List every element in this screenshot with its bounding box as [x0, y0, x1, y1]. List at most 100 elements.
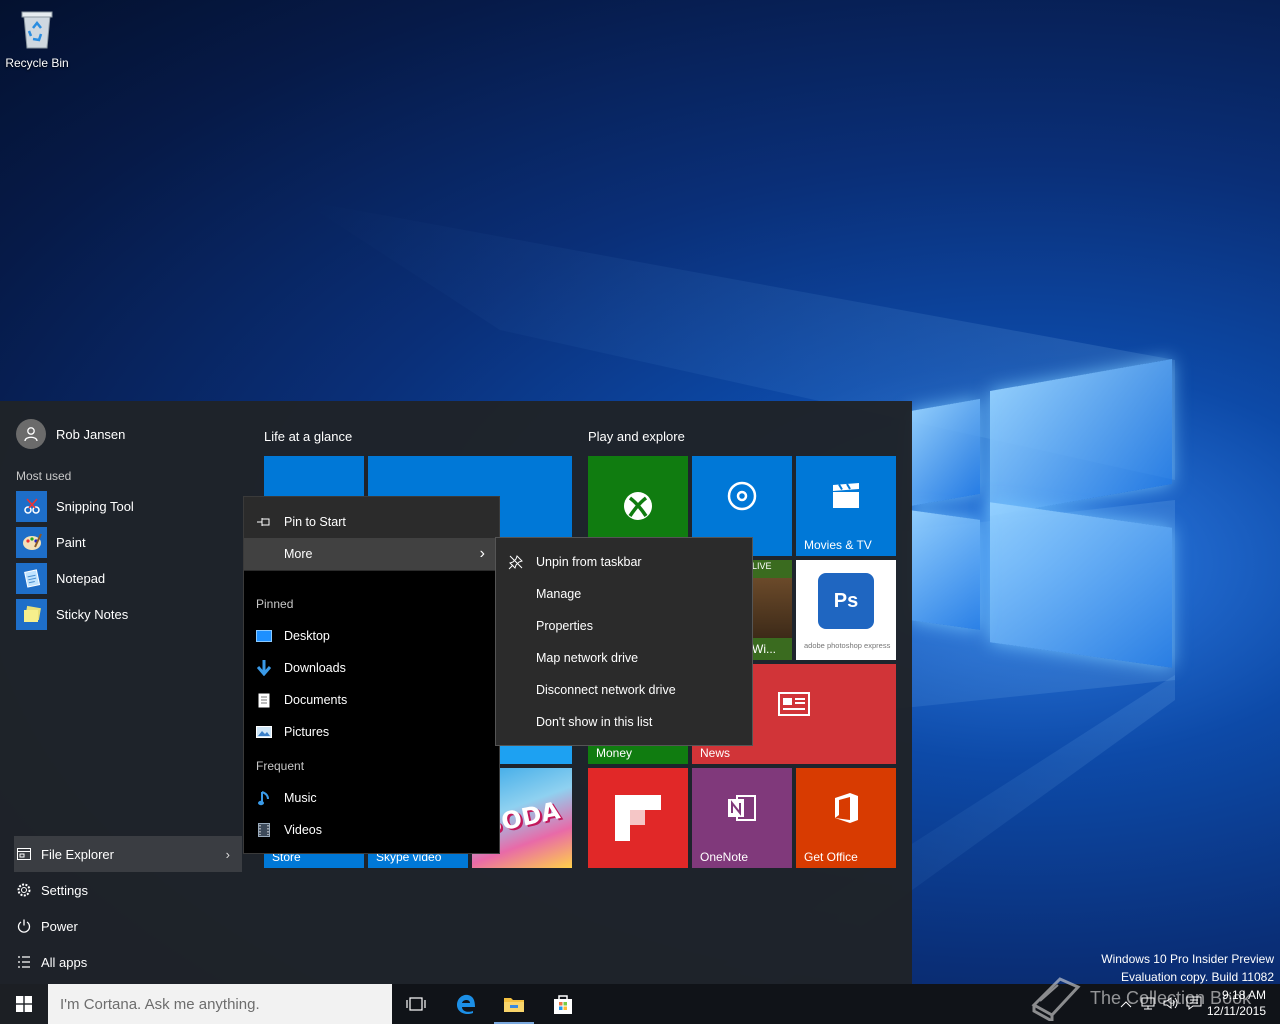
more-label: More [284, 547, 313, 561]
book-icon [1031, 977, 1081, 1021]
tile-photoshop-express[interactable]: Ps adobe photoshop express [796, 560, 896, 660]
unpin-from-taskbar-item[interactable]: Unpin from taskbar [496, 546, 752, 578]
file-explorer-taskbar-button[interactable] [490, 984, 538, 1024]
app-sticky-notes[interactable]: Sticky Notes [16, 598, 128, 630]
document-icon [244, 693, 284, 708]
frequent-item-music[interactable]: Music [244, 782, 499, 814]
music-disc-icon [692, 456, 792, 536]
pin-icon [244, 516, 284, 528]
pinned-label-text: Desktop [284, 629, 330, 643]
submenu-label: Unpin from taskbar [536, 555, 642, 569]
settings-button[interactable]: Settings [14, 872, 242, 908]
search-placeholder: I'm Cortana. Ask me anything. [60, 995, 260, 1013]
edge-taskbar-button[interactable] [442, 984, 490, 1024]
recycle-bin-desktop-icon[interactable]: Recycle Bin [4, 8, 70, 70]
app-snipping-tool[interactable]: Snipping Tool [16, 490, 134, 522]
submenu-label: Map network drive [536, 651, 639, 665]
file-explorer-label: File Explorer [41, 846, 114, 862]
pinned-label: Pinned [256, 597, 294, 611]
submenu-label: Disconnect network drive [536, 683, 676, 697]
film-clapper-icon [796, 456, 896, 536]
chevron-right-icon[interactable]: › [226, 847, 230, 862]
gear-icon [16, 882, 32, 898]
cortana-search-box[interactable]: I'm Cortana. Ask me anything. [48, 984, 392, 1024]
submenu-label: Manage [536, 587, 582, 601]
xbox-live-badge: LIVE [752, 561, 772, 571]
tile-label: Movies & TV [804, 538, 872, 552]
pinned-item-downloads[interactable]: Downloads [244, 652, 499, 684]
music-note-icon [244, 790, 284, 806]
recycle-bin-label: Recycle Bin [5, 56, 69, 70]
manage-item[interactable]: Manage [496, 578, 752, 610]
app-label: Snipping Tool [56, 498, 134, 514]
app-paint[interactable]: Paint [16, 526, 86, 558]
disconnect-network-drive-item[interactable]: Disconnect network drive [496, 674, 752, 706]
file-explorer-button[interactable]: File Explorer › [14, 836, 242, 872]
sticky-note-icon [16, 598, 47, 630]
pinned-item-pictures[interactable]: Pictures [244, 716, 499, 748]
frequent-item-videos[interactable]: Videos [244, 814, 499, 846]
office-icon [796, 768, 896, 848]
brand-text: The Collection Book [1090, 987, 1252, 1008]
pinned-label-text: Downloads [284, 661, 346, 675]
submenu-label: Properties [536, 619, 593, 633]
most-used-label: Most used [16, 469, 72, 483]
notepad-icon [16, 562, 47, 594]
power-button[interactable]: Power [14, 908, 242, 944]
group-label-play: Play and explore [588, 429, 685, 444]
app-label: Paint [56, 534, 86, 550]
dont-show-in-list-item[interactable]: Don't show in this list [496, 706, 752, 738]
start-left-column: Rob Jansen Most used Snipping Tool Paint… [0, 401, 242, 984]
pinned-label-text: Pictures [284, 725, 330, 739]
all-apps-button[interactable]: All apps [14, 944, 242, 980]
pinned-label-text: Documents [284, 693, 348, 707]
windows-logo-icon [16, 996, 32, 1012]
list-icon [16, 954, 32, 970]
file-explorer-jump-list: Pin to Start More › Pinned Desktop Downl… [243, 496, 500, 854]
task-view-icon [406, 997, 426, 1011]
user-avatar-icon [16, 419, 46, 449]
pin-to-start-label: Pin to Start [284, 515, 346, 529]
pinned-item-desktop[interactable]: Desktop [244, 620, 499, 652]
photoshop-icon: Ps [818, 573, 874, 629]
group-label-life: Life at a glance [264, 429, 353, 444]
flipboard-icon [588, 768, 688, 868]
app-label: Sticky Notes [56, 606, 129, 622]
tile-get-office[interactable]: Get Office [796, 768, 896, 868]
app-notepad[interactable]: Notepad [16, 562, 105, 594]
submenu-label: Don't show in this list [536, 715, 653, 729]
task-view-button[interactable] [392, 984, 440, 1024]
paint-palette-icon [16, 526, 47, 558]
watermark-line-1: Windows 10 Pro Insider Preview [1101, 952, 1274, 966]
tile-label: OneNote [700, 850, 749, 864]
user-name: Rob Jansen [56, 426, 126, 442]
tile-label: Money [596, 746, 633, 760]
pin-to-start-item[interactable]: Pin to Start [244, 506, 499, 538]
store-taskbar-button[interactable] [539, 984, 587, 1024]
tile-movies-tv[interactable]: Movies & TV [796, 456, 896, 556]
more-item[interactable]: More › [244, 538, 499, 570]
scissors-icon [16, 490, 47, 522]
edge-icon [457, 994, 475, 1015]
properties-item[interactable]: Properties [496, 610, 752, 642]
download-arrow-icon [244, 660, 284, 676]
tile-flipboard[interactable] [588, 768, 688, 868]
frequent-label: Frequent [256, 759, 305, 773]
chevron-right-icon: › [479, 545, 485, 562]
film-icon [244, 823, 284, 837]
more-submenu: Unpin from taskbar Manage Properties Map… [495, 537, 753, 746]
folder-icon [504, 998, 524, 1012]
power-icon [16, 918, 32, 934]
onenote-icon [692, 768, 792, 848]
map-network-drive-item[interactable]: Map network drive [496, 642, 752, 674]
app-label: Notepad [56, 570, 106, 586]
file-explorer-icon [16, 846, 32, 862]
unpin-icon [496, 554, 536, 570]
store-bag-icon [554, 995, 572, 1014]
tile-onenote[interactable]: OneNote [692, 768, 792, 868]
start-button[interactable] [0, 984, 48, 1024]
recycle-bin-icon [19, 8, 55, 50]
user-account[interactable]: Rob Jansen [16, 419, 125, 449]
pinned-item-documents[interactable]: Documents [244, 684, 499, 716]
tile-label: Get Office [804, 850, 858, 864]
